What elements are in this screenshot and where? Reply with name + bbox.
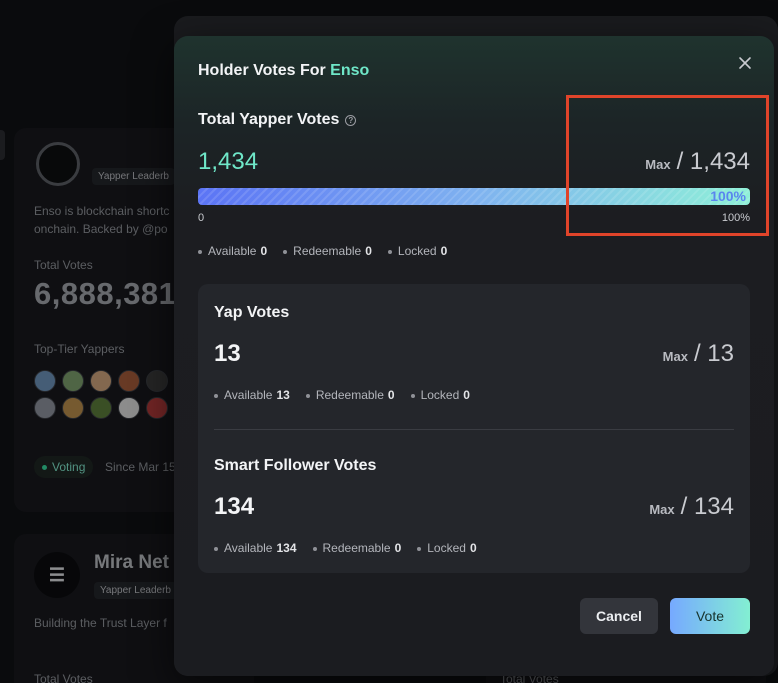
yap-available: Available 13 [214, 388, 290, 402]
close-button[interactable] [734, 52, 756, 74]
smart-redeemable-value: 0 [394, 541, 402, 555]
yap-available-label: Available [224, 388, 273, 402]
help-icon[interactable]: ? [345, 114, 357, 126]
total-locked: Locked 0 [388, 244, 447, 258]
annotation-highlight-box [566, 95, 769, 236]
smart-follower-votes-label: Smart Follower Votes [214, 457, 377, 474]
smart-follower-votes-value: 134 [214, 493, 255, 520]
yap-available-value: 13 [276, 388, 290, 402]
yap-votes-value: 13 [214, 340, 241, 367]
cancel-button[interactable]: Cancel [580, 598, 658, 634]
yap-votes-max: Max / 13 [663, 340, 734, 368]
smart-locked-label: Locked [427, 541, 466, 555]
yap-redeemable: Redeemable 0 [306, 388, 395, 402]
modal-title: Holder Votes For Enso [198, 62, 369, 80]
total-available: Available 0 [198, 244, 267, 258]
smart-available-label: Available [224, 541, 273, 555]
smart-available: Available 134 [214, 541, 297, 555]
smart-redeemable: Redeemable 0 [313, 541, 402, 555]
yap-locked-label: Locked [420, 388, 460, 402]
total-redeemable: Redeemable 0 [283, 244, 372, 258]
yap-locked-value: 0 [463, 388, 470, 402]
yap-redeemable-label: Redeemable [315, 388, 384, 402]
total-available-value: 0 [260, 244, 268, 258]
vote-button[interactable]: Vote [670, 598, 750, 634]
yap-max-label: Max [662, 349, 688, 364]
total-locked-value: 0 [440, 244, 448, 258]
total-yapper-votes-value: 1,434 [198, 148, 259, 175]
yap-stats: Available 13 Redeemable 0 Locked 0 [214, 388, 470, 402]
smart-max-value: / 134 [680, 493, 734, 520]
modal-title-project: Enso [330, 62, 370, 79]
total-yapper-votes-label: Total Yapper Votes [198, 111, 340, 128]
modal-title-prefix: Holder Votes For [198, 62, 326, 79]
yap-votes-label: Yap Votes [214, 304, 290, 321]
progress-scale-min: 0 [198, 212, 205, 224]
smart-available-value: 134 [276, 541, 297, 555]
close-icon [739, 57, 751, 69]
total-yapper-votes-heading: Total Yapper Votes ? [198, 111, 357, 129]
votes-breakdown-card: Yap Votes 13 Max / 13 Available 13 Redeem… [198, 284, 750, 573]
smart-max-label: Max [649, 502, 675, 517]
total-available-label: Available [208, 244, 257, 258]
smart-redeemable-label: Redeemable [322, 541, 391, 555]
yap-locked: Locked 0 [411, 388, 470, 402]
total-redeemable-label: Redeemable [293, 244, 362, 258]
yap-redeemable-value: 0 [387, 388, 395, 402]
smart-locked-value: 0 [469, 541, 477, 555]
divider [214, 429, 734, 430]
yap-max-value: / 13 [693, 340, 734, 367]
total-stats: Available 0 Redeemable 0 Locked 0 [198, 244, 447, 258]
smart-follower-votes-max: Max / 134 [649, 493, 734, 521]
smart-stats: Available 134 Redeemable 0 Locked 0 [214, 541, 477, 555]
total-redeemable-value: 0 [365, 244, 372, 258]
smart-locked: Locked 0 [417, 541, 476, 555]
total-locked-label: Locked [397, 244, 437, 258]
